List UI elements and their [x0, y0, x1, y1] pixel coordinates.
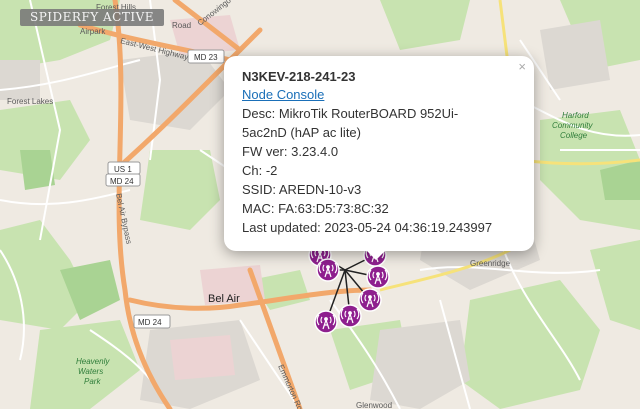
- node-popup: × N3KEV-218-241-23 Node Console Desc: Mi…: [224, 56, 534, 251]
- spiderfy-banner: SPIDERFY ACTIVE: [20, 9, 165, 26]
- label-heavenly-2: Waters: [78, 367, 103, 376]
- marker-4[interactable]: [366, 265, 390, 289]
- popup-updated: Last updated: 2023-05-24 04:36:19.243997: [242, 220, 493, 235]
- popup-title: N3KEV-218-241-23: [242, 69, 356, 84]
- label-md24-bottom: MD 24: [138, 318, 162, 327]
- label-md24-top: MD 24: [110, 177, 134, 186]
- label-bel-air: Bel Air: [208, 293, 240, 305]
- popup-channel: Ch: -2: [242, 163, 278, 178]
- marker-5[interactable]: [358, 288, 382, 312]
- label-harford-1: Harford: [562, 111, 589, 120]
- popup-desc-line1: Desc: MikroTik RouterBOARD 952Ui-: [242, 106, 459, 121]
- node-console-link[interactable]: Node Console: [242, 87, 522, 102]
- popup-ssid: SSID: AREDN-10-v3: [242, 182, 362, 197]
- popup-mac: MAC: FA:63:D5:73:8C:32: [242, 201, 389, 216]
- label-harford-2: Community: [552, 121, 593, 130]
- popup-close-button[interactable]: ×: [518, 59, 526, 74]
- label-glenwood: Glenwood: [356, 401, 392, 409]
- label-road: Road: [172, 21, 191, 30]
- marker-2[interactable]: [316, 258, 340, 282]
- marker-7[interactable]: [314, 310, 338, 334]
- popup-tip: [366, 250, 386, 260]
- label-harford-3: College: [560, 131, 588, 140]
- label-md23: MD 23: [194, 53, 218, 62]
- label-heavenly-3: Park: [84, 377, 101, 386]
- popup-desc-line2: 5ac2nD (hAP ac lite): [242, 125, 361, 140]
- label-airpark: Airpark: [80, 27, 106, 36]
- label-forest-lakes: Forest Lakes: [7, 97, 53, 106]
- label-emmorton-road: Emmorton Road: [276, 363, 308, 409]
- label-heavenly-1: Heavenly: [76, 357, 110, 366]
- label-greenridge: Greenridge: [470, 259, 511, 268]
- label-us1: US 1: [114, 165, 132, 174]
- popup-fw: FW ver: 3.23.4.0: [242, 144, 339, 159]
- marker-6[interactable]: [338, 304, 362, 328]
